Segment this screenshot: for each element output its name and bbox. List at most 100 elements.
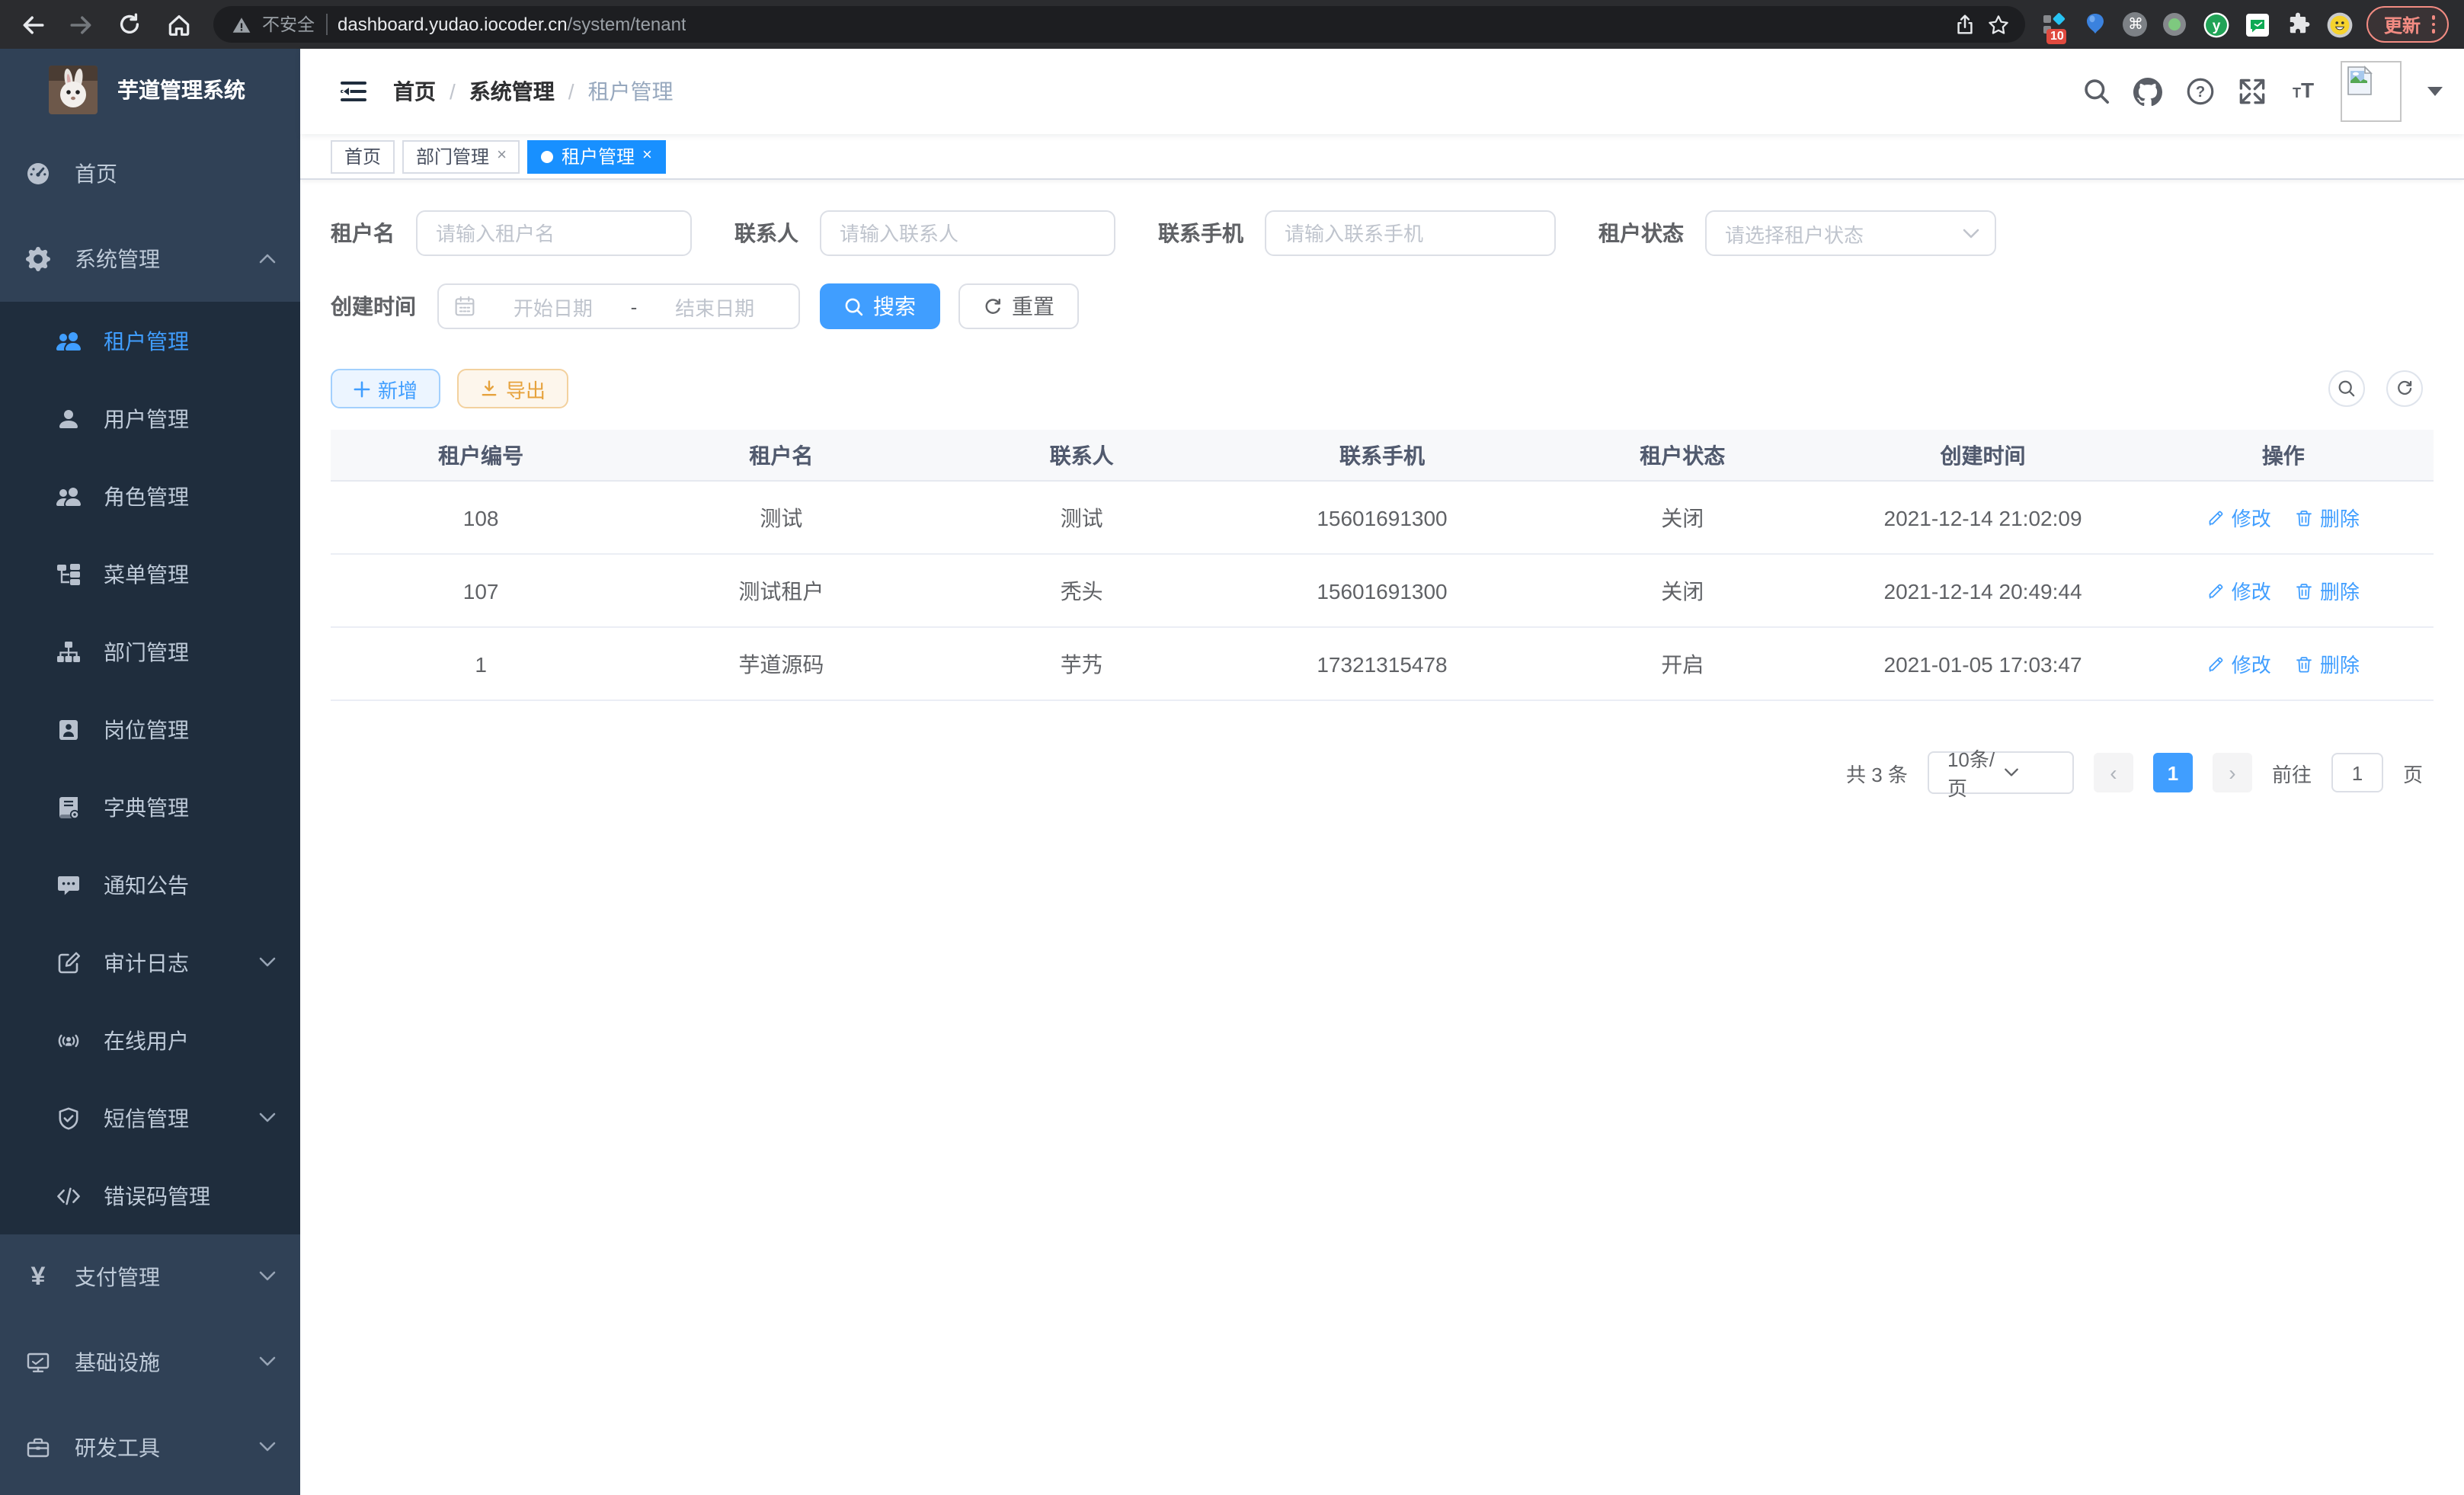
sidebar-item-online-users[interactable]: 在线用户 (0, 1001, 300, 1079)
tab-tenant[interactable]: 租户管理× (528, 139, 666, 173)
sidebar-item-label: 审计日志 (104, 947, 189, 978)
extension-badge: 10 (2047, 29, 2067, 44)
page-size-select[interactable]: 10条/页 (1928, 751, 2074, 794)
status-select[interactable]: 请选择租户状态 (1705, 210, 1996, 256)
breadcrumb-system[interactable]: 系统管理 (469, 76, 555, 107)
extension-y-icon[interactable]: y (2203, 11, 2230, 38)
sidebar-item-post[interactable]: 岗位管理 (0, 690, 300, 768)
comment-icon (56, 872, 81, 897)
browser-home-button[interactable] (158, 5, 198, 44)
fullscreen-icon[interactable] (2237, 77, 2266, 106)
security-label[interactable]: 不安全 (262, 12, 315, 37)
tree-icon (56, 562, 81, 586)
create-time-label: 创建时间 (331, 291, 437, 322)
sidebar-item-sms[interactable]: 短信管理 (0, 1079, 300, 1157)
sidebar-item-home[interactable]: 首页 (0, 131, 300, 216)
table-row: 107 测试租户 秃头 15601691300 关闭 2021-12-14 20… (331, 555, 2434, 628)
users-icon (56, 484, 81, 508)
calendar-icon (454, 296, 475, 317)
goto-page-input[interactable] (2331, 753, 2383, 792)
avatar[interactable] (2341, 61, 2402, 122)
close-icon[interactable]: × (497, 148, 507, 165)
mobile-input[interactable] (1265, 210, 1556, 256)
share-icon[interactable] (1954, 13, 1977, 36)
cell-created: 2021-12-14 20:49:44 (1832, 555, 2133, 628)
browser-forward-button[interactable] (61, 5, 101, 44)
help-icon[interactable]: ? (2185, 77, 2214, 106)
sidebar-item-system[interactable]: 系统管理 (0, 216, 300, 302)
browser-update-button[interactable]: 更新 (2367, 6, 2449, 43)
sidebar-item-dev-tools[interactable]: 研发工具 (0, 1405, 300, 1490)
table-search-toggle-icon[interactable] (2328, 370, 2365, 407)
security-warning-icon[interactable] (232, 14, 251, 34)
github-icon[interactable] (2133, 77, 2162, 106)
profile-avatar-icon[interactable] (2326, 11, 2354, 38)
sidebar-item-dept[interactable]: 部门管理 (0, 613, 300, 690)
sidebar-item-menu[interactable]: 菜单管理 (0, 535, 300, 613)
create-time-range-picker[interactable]: 开始日期 - 结束日期 (437, 283, 800, 329)
breadcrumb-current: 租户管理 (588, 76, 674, 107)
avatar-dropdown-caret-icon[interactable] (2427, 87, 2443, 96)
search-icon[interactable] (2082, 77, 2110, 106)
edit-link-label: 修改 (2232, 649, 2271, 678)
sidebar-item-notice[interactable]: 通知公告 (0, 846, 300, 924)
sidebar-item-payment[interactable]: ¥ 支付管理 (0, 1234, 300, 1320)
tenant-name-input[interactable] (416, 210, 692, 256)
tab-label: 首页 (344, 143, 381, 169)
cell-created: 2021-01-05 17:03:47 (1832, 628, 2133, 701)
edit-link[interactable]: 修改 (2207, 649, 2271, 678)
extension-recorder-icon[interactable] (2162, 11, 2189, 38)
chevron-down-icon (1963, 228, 1979, 238)
end-date-placeholder[interactable]: 结束日期 (646, 292, 783, 321)
delete-link[interactable]: 删除 (2296, 649, 2360, 678)
sidebar-item-error-code[interactable]: 错误码管理 (0, 1157, 300, 1234)
font-size-icon[interactable]: TT (2289, 77, 2318, 106)
sidebar-item-role[interactable]: 角色管理 (0, 457, 300, 535)
cell-status: 关闭 (1532, 555, 1832, 628)
browser-back-button[interactable] (12, 5, 52, 44)
page-number-1[interactable]: 1 (2153, 753, 2193, 792)
extension-chat-icon[interactable] (2244, 11, 2271, 38)
extension-balloon-icon[interactable] (2082, 11, 2110, 38)
export-button[interactable]: 导出 (457, 369, 568, 408)
browser-reload-button[interactable] (110, 5, 149, 44)
next-page-button[interactable]: › (2213, 753, 2252, 792)
reset-button[interactable]: 重置 (958, 283, 1079, 329)
sidebar-item-infrastructure[interactable]: 基础设施 (0, 1320, 300, 1405)
bookmark-star-icon[interactable] (1988, 13, 2011, 36)
address-bar[interactable]: 不安全 dashboard.yudao.iocoder.cn/system/te… (213, 6, 2026, 43)
sidebar-collapse-icon[interactable] (338, 76, 369, 107)
dictionary-icon (56, 795, 81, 819)
browser-menu-kebab-icon[interactable] (2431, 16, 2435, 34)
delete-link[interactable]: 删除 (2296, 576, 2360, 605)
tab-dept[interactable]: 部门管理× (402, 139, 520, 173)
cell-actions: 修改 删除 (2133, 482, 2434, 555)
add-button[interactable]: 新增 (331, 369, 440, 408)
sidebar-item-tenant[interactable]: 租户管理 (0, 302, 300, 379)
delete-link[interactable]: 删除 (2296, 503, 2360, 532)
sidebar-item-user[interactable]: 用户管理 (0, 379, 300, 457)
sidebar-item-audit-log[interactable]: 审计日志 (0, 924, 300, 1001)
sidebar-item-label: 菜单管理 (104, 559, 189, 589)
sidebar-logo-row[interactable]: 芋道管理系统 (0, 49, 300, 131)
extension-arc-icon[interactable]: 10 (2041, 11, 2069, 38)
prev-page-button[interactable]: ‹ (2094, 753, 2133, 792)
sidebar-item-dict[interactable]: 字典管理 (0, 768, 300, 846)
breadcrumb-home[interactable]: 首页 (393, 76, 436, 107)
start-date-placeholder[interactable]: 开始日期 (485, 292, 622, 321)
search-button[interactable]: 搜索 (820, 283, 940, 329)
extension-command-icon[interactable]: ⌘ (2123, 12, 2148, 37)
app-logo (49, 66, 98, 114)
extensions-puzzle-icon[interactable] (2285, 11, 2312, 38)
edit-link[interactable]: 修改 (2207, 576, 2271, 605)
edit-link[interactable]: 修改 (2207, 503, 2271, 532)
url-text[interactable]: dashboard.yudao.iocoder.cn/system/tenant (338, 14, 686, 35)
tags-view: 首页 部门管理× 租户管理× (300, 134, 2464, 180)
table-refresh-icon[interactable] (2386, 370, 2423, 407)
column-header: 联系人 (932, 430, 1232, 482)
close-icon[interactable]: × (642, 148, 652, 165)
tab-home[interactable]: 首页 (331, 139, 395, 173)
chevron-down-icon (259, 956, 276, 967)
contact-input[interactable] (820, 210, 1115, 256)
cell-mobile: 15601691300 (1232, 482, 1532, 555)
